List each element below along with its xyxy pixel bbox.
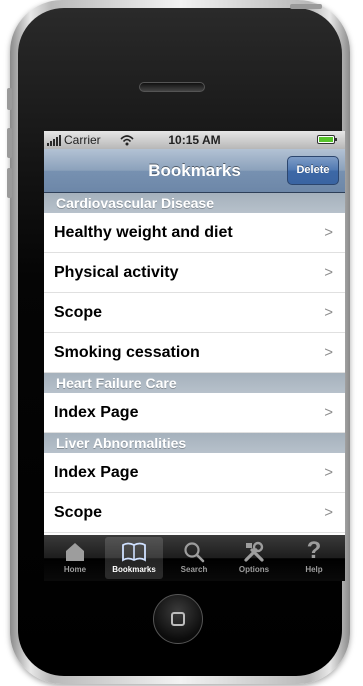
tab-label: Options xyxy=(238,565,270,574)
bookmark-label: Index Page xyxy=(54,404,139,421)
section-header-heart-failure: Heart Failure Care xyxy=(44,373,345,393)
volume-down-button xyxy=(7,168,12,198)
tab-label: Home xyxy=(63,565,87,574)
bookmark-label: Scope xyxy=(54,504,103,521)
home-square-icon xyxy=(171,612,185,626)
tab-search[interactable]: Search xyxy=(165,537,223,579)
chevron-right-icon: > xyxy=(324,404,333,421)
tab-label: Bookmarks xyxy=(112,565,156,574)
clock: 10:15 AM xyxy=(168,133,221,147)
screen: Carrier 10:15 AM Bookmarks Delete Cardio… xyxy=(44,131,345,581)
section-header-liver: Liver Abnormalities xyxy=(44,433,345,453)
delete-button[interactable]: Delete xyxy=(287,156,339,185)
tab-home[interactable]: Home xyxy=(46,537,104,579)
status-bar: Carrier 10:15 AM xyxy=(44,131,345,149)
bookmark-list: Cardiovascular Disease Healthy weight an… xyxy=(44,193,345,533)
bookmark-row-index-page[interactable]: Index Page > xyxy=(44,393,345,433)
bookmark-label: Healthy weight and diet xyxy=(54,224,233,241)
bookmark-row-healthy-weight[interactable]: Healthy weight and diet > xyxy=(44,213,345,253)
tab-help[interactable]: ? Help xyxy=(285,537,343,579)
tools-icon xyxy=(225,537,283,565)
bookmark-row-scope[interactable]: Scope > xyxy=(44,493,345,533)
tab-options[interactable]: Options xyxy=(225,537,283,579)
sleep-button xyxy=(290,4,322,9)
bookmark-label: Index Page xyxy=(54,464,139,481)
volume-up-button xyxy=(7,128,12,158)
chevron-right-icon: > xyxy=(324,264,333,281)
home-icon xyxy=(46,537,104,565)
bookmark-row-index-page[interactable]: Index Page > xyxy=(44,453,345,493)
chevron-right-icon: > xyxy=(324,464,333,481)
chevron-right-icon: > xyxy=(324,504,333,521)
bookmark-label: Smoking cessation xyxy=(54,344,200,361)
mute-switch xyxy=(7,88,12,110)
tab-bookmarks[interactable]: Bookmarks xyxy=(105,537,163,579)
section-header-cardiovascular: Cardiovascular Disease xyxy=(44,193,345,213)
bookmark-label: Scope xyxy=(54,304,103,321)
bookmark-row-physical-activity[interactable]: Physical activity > xyxy=(44,253,345,293)
chevron-right-icon: > xyxy=(324,224,333,241)
chevron-right-icon: > xyxy=(324,304,333,321)
navigation-bar: Bookmarks Delete xyxy=(44,149,345,193)
earpiece-speaker xyxy=(139,82,205,92)
tab-label: Help xyxy=(305,565,323,574)
home-button[interactable] xyxy=(153,594,203,644)
bookmark-label: Physical activity xyxy=(54,264,179,281)
question-icon: ? xyxy=(306,537,322,564)
chevron-right-icon: > xyxy=(324,344,333,361)
bookmark-row-smoking-cessation[interactable]: Smoking cessation > xyxy=(44,333,345,373)
tab-label: Search xyxy=(180,565,208,574)
bookmark-row-scope[interactable]: Scope > xyxy=(44,293,345,333)
tab-bar: Home Bookmarks Search Options ? Help xyxy=(44,535,345,581)
book-icon xyxy=(105,537,163,565)
battery-icon xyxy=(317,135,337,144)
search-icon xyxy=(165,537,223,565)
